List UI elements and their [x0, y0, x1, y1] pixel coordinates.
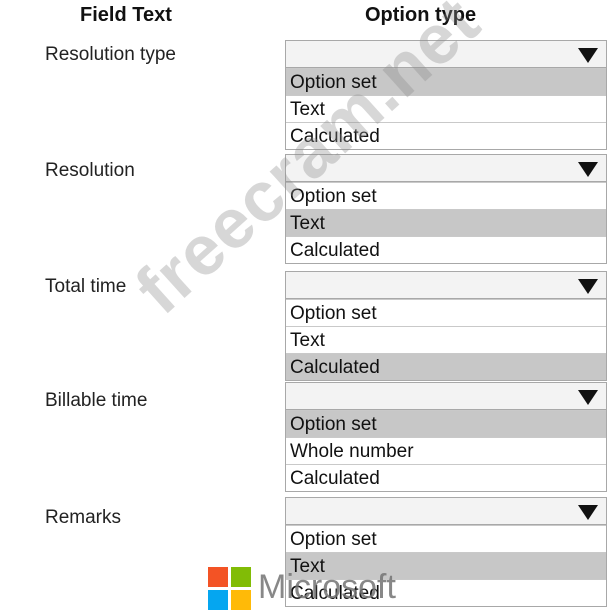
dropdown-toggle[interactable]: [285, 154, 607, 182]
option-type-header: Option type: [365, 4, 477, 26]
dropdown-option[interactable]: Option set: [286, 68, 606, 95]
dropdown-toggle[interactable]: [285, 497, 607, 525]
dropdown-resolution[interactable]: Option set Text Calculated: [285, 154, 607, 264]
dropdown-option[interactable]: Option set: [286, 182, 606, 209]
dropdown-option[interactable]: Option set: [286, 410, 606, 437]
dropdown-toggle[interactable]: [285, 271, 607, 299]
microsoft-wordmark: Microsoft: [258, 568, 396, 606]
field-label-total-time: Total time: [45, 276, 127, 297]
chevron-down-icon[interactable]: [578, 162, 598, 177]
dropdown-options: Option set Text Calculated: [285, 182, 607, 264]
dropdown-option[interactable]: Calculated: [286, 122, 606, 149]
dropdown-option[interactable]: Text: [286, 326, 606, 353]
chevron-down-icon[interactable]: [578, 390, 598, 405]
logo-yellow-square: [231, 590, 251, 610]
field-text-header: Field Text: [80, 4, 172, 26]
dropdown-resolution-type[interactable]: Option set Text Calculated: [285, 40, 607, 150]
chevron-down-icon[interactable]: [578, 48, 598, 63]
logo-red-square: [208, 567, 228, 587]
field-label-resolution: Resolution: [45, 160, 135, 181]
dropdown-option[interactable]: Option set: [286, 525, 606, 552]
logo-green-square: [231, 567, 251, 587]
field-label-billable-time: Billable time: [45, 390, 148, 411]
dropdown-option[interactable]: Whole number: [286, 437, 606, 464]
dropdown-toggle[interactable]: [285, 382, 607, 410]
dropdown-option[interactable]: Text: [286, 95, 606, 122]
dropdown-option[interactable]: Calculated: [286, 353, 606, 380]
field-label-remarks: Remarks: [45, 507, 122, 528]
field-label-resolution-type: Resolution type: [45, 44, 176, 65]
chevron-down-icon[interactable]: [578, 505, 598, 520]
dropdown-options: Option set Text Calculated: [285, 299, 607, 381]
dropdown-options: Option set Whole number Calculated: [285, 410, 607, 492]
dropdown-toggle[interactable]: [285, 40, 607, 68]
dropdown-option[interactable]: Option set: [286, 299, 606, 326]
dropdown-total-time[interactable]: Option set Text Calculated: [285, 271, 607, 381]
logo-blue-square: [208, 590, 228, 610]
chevron-down-icon[interactable]: [578, 279, 598, 294]
dropdown-option[interactable]: Text: [286, 209, 606, 236]
microsoft-logo-icon: [208, 567, 252, 611]
dropdown-billable-time[interactable]: Option set Whole number Calculated: [285, 382, 607, 492]
dropdown-options: Option set Text Calculated: [285, 68, 607, 150]
dropdown-option[interactable]: Calculated: [286, 236, 606, 263]
dropdown-option[interactable]: Calculated: [286, 464, 606, 491]
